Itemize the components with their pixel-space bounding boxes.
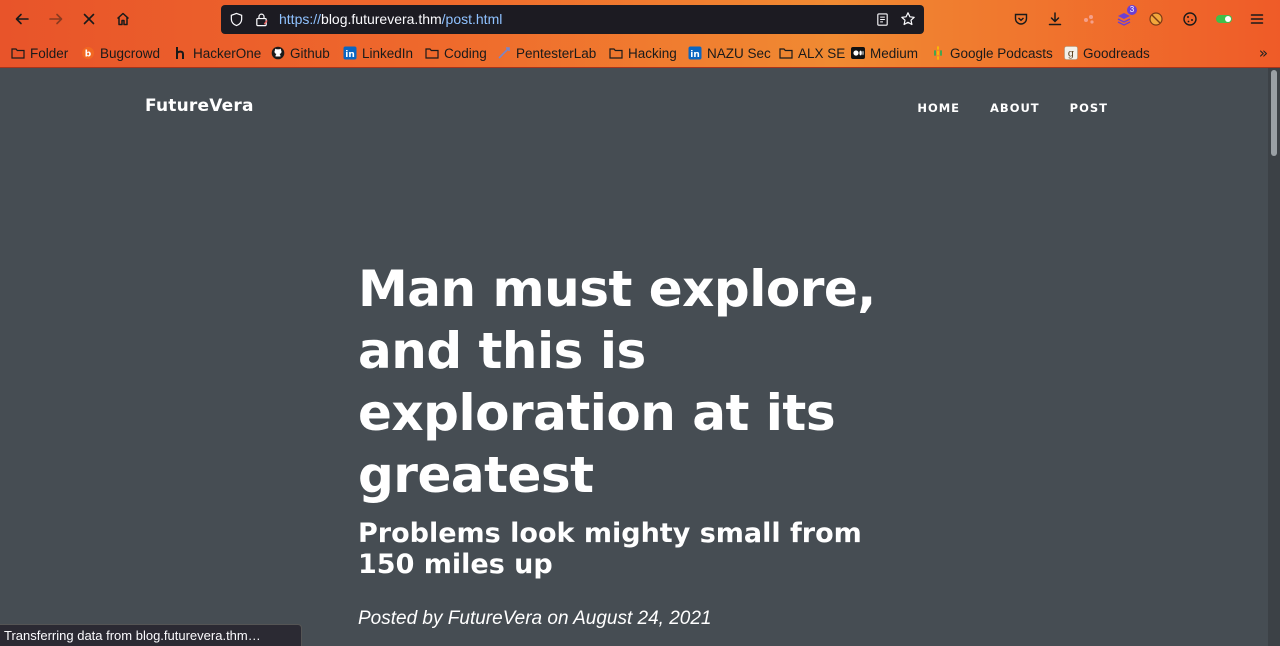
bookmark-label: Bugcrowd [100, 45, 161, 61]
bookmark-label: Coding [444, 45, 487, 61]
hackerone-icon [174, 46, 188, 60]
bookmark-label: Goodreads [1083, 45, 1150, 61]
site-brand[interactable]: FutureVera [145, 96, 254, 116]
post-subtitle: Problems look mighty small from 150 mile… [358, 518, 862, 580]
svg-text:g: g [1068, 49, 1075, 60]
bookmark-item[interactable]: PentesterLab [497, 41, 596, 65]
bookmark-label: LinkedIn [362, 45, 414, 61]
svg-text:b: b [85, 50, 92, 60]
bookmark-item[interactable]: Coding [425, 41, 487, 65]
page-scrollbar[interactable] [1268, 68, 1280, 646]
address-bar[interactable]: https://blog.futurevera.thm/post.html [221, 5, 924, 34]
svg-text:in: in [345, 50, 355, 60]
url-prefix: https:// [279, 11, 322, 27]
post-heading: Man must explore, and this is exploratio… [358, 258, 898, 630]
cookie-icon[interactable] [1180, 9, 1200, 29]
bookmark-label: Hacking [628, 45, 677, 61]
bookmarks-toolbar: Folder b Bugcrowd HackerOne Github in Li… [0, 41, 1280, 65]
extension-circle-icon[interactable] [1146, 9, 1166, 29]
bookmark-label: HackerOne [193, 45, 262, 61]
extension-dots-icon[interactable] [1079, 9, 1099, 29]
bookmark-label: Folder [30, 45, 69, 61]
stop-button[interactable] [77, 7, 101, 31]
back-arrow-icon [15, 13, 29, 25]
download-icon[interactable] [1045, 9, 1065, 29]
bugcrowd-icon: b [81, 46, 95, 60]
linkedin-icon: in [688, 46, 702, 60]
url-host: blog.futurevera.thm [321, 11, 442, 27]
bookmark-item[interactable]: g Goodreads [1064, 41, 1150, 65]
bookmark-item[interactable]: Medium [851, 41, 918, 65]
medium-icon [851, 46, 865, 60]
bookmark-label: NAZU Sec [707, 45, 771, 61]
bookmark-label: PentesterLab [516, 45, 597, 61]
home-button[interactable] [111, 7, 135, 31]
folder-icon [425, 46, 439, 60]
folder-icon [609, 46, 623, 60]
home-icon [116, 12, 130, 26]
nav-post-link[interactable]: POST [1070, 101, 1108, 115]
svg-text:in: in [690, 50, 700, 60]
bookmark-label: Github [290, 45, 330, 61]
status-bar: Transferring data from blog.futurevera.t… [0, 624, 302, 646]
goodreads-icon: g [1064, 46, 1078, 60]
more-bookmarks-button[interactable]: » [1259, 44, 1268, 62]
folder-icon [779, 46, 793, 60]
scrollbar-thumb[interactable] [1271, 70, 1277, 156]
bookmark-label: Medium [870, 45, 919, 61]
bookmark-label: ALX SE [798, 45, 846, 61]
shield-icon[interactable] [228, 11, 244, 27]
reader-view-icon[interactable] [874, 11, 890, 27]
browser-chrome: https://blog.futurevera.thm/post.html 3 [0, 0, 1280, 68]
browser-toolbar: https://blog.futurevera.thm/post.html 3 [0, 0, 1280, 38]
url-path: /post.html [441, 11, 503, 27]
google-podcasts-icon [931, 46, 945, 60]
forward-arrow-icon [49, 13, 63, 25]
extension-toggle-icon[interactable] [1214, 9, 1234, 29]
bookmark-label: Google Podcasts [950, 45, 1053, 61]
pentesterlab-icon [497, 46, 511, 60]
post-title: Man must explore, and this is exploratio… [358, 260, 876, 504]
bookmark-item[interactable]: in LinkedIn [343, 41, 413, 65]
hamburger-menu-icon[interactable] [1247, 9, 1267, 29]
extension-stack-icon[interactable]: 3 [1114, 5, 1137, 29]
back-button[interactable] [10, 7, 34, 31]
post-meta: Posted by FutureVera on August 24, 2021 [358, 608, 712, 629]
url-text[interactable]: https://blog.futurevera.thm/post.html [279, 11, 502, 27]
bookmark-item[interactable]: Google Podcasts [931, 41, 1053, 65]
bookmark-star-icon[interactable] [900, 11, 916, 27]
github-icon [271, 46, 285, 60]
bookmark-item[interactable]: Hacking [609, 41, 677, 65]
nav-about-link[interactable]: ABOUT [990, 101, 1040, 115]
bookmark-item[interactable]: in NAZU Sec [688, 41, 771, 65]
bookmark-item[interactable]: Folder [11, 41, 68, 65]
pocket-icon[interactable] [1011, 9, 1031, 29]
nav-home-link[interactable]: HOME [917, 101, 960, 115]
lock-icon[interactable] [253, 11, 269, 27]
bookmark-item[interactable]: ALX SE [779, 41, 845, 65]
forward-button[interactable] [44, 7, 68, 31]
bookmark-item[interactable]: b Bugcrowd [81, 41, 160, 65]
close-icon [83, 13, 95, 25]
bookmark-item[interactable]: Github [271, 41, 330, 65]
bookmark-item[interactable]: HackerOne [174, 41, 261, 65]
extension-badge: 3 [1127, 5, 1137, 15]
linkedin-icon: in [343, 46, 357, 60]
site-nav: HOME ABOUT POST [917, 101, 1108, 115]
folder-icon [11, 46, 25, 60]
page-content: FutureVera HOME ABOUT POST Man must expl… [0, 68, 1268, 646]
